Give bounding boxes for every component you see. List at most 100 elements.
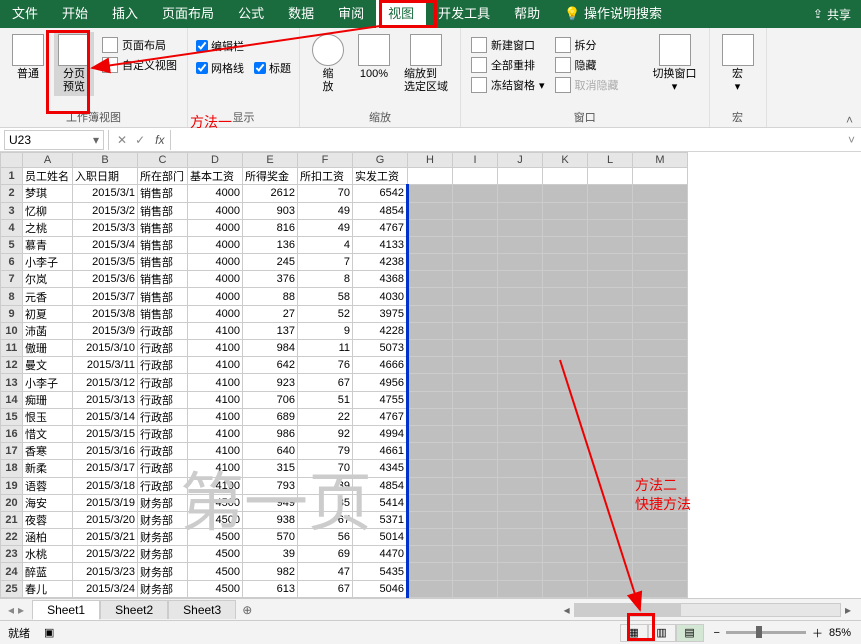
spreadsheet-grid[interactable]: ABCDEFGHIJKLM1员工姓名入职日期所在部门基本工资所得奖金所扣工资实发…: [0, 152, 861, 598]
cell[interactable]: 财务部: [138, 580, 188, 597]
add-sheet-button[interactable]: ⊕: [236, 603, 258, 617]
cell[interactable]: 4854: [353, 202, 408, 219]
formula-bar-checkbox[interactable]: 编辑栏: [196, 36, 291, 56]
column-header[interactable]: A: [23, 153, 73, 168]
column-header[interactable]: D: [188, 153, 243, 168]
cell[interactable]: 2015/3/17: [73, 460, 138, 477]
cell[interactable]: 4000: [188, 185, 243, 202]
tab-view[interactable]: 视图: [376, 0, 426, 28]
tab-help[interactable]: 帮助: [502, 0, 552, 28]
page-break-view-icon[interactable]: ▤: [676, 624, 704, 642]
cell[interactable]: 语蓉: [23, 477, 73, 494]
cell[interactable]: 642: [243, 357, 298, 374]
cell[interactable]: 销售部: [138, 305, 188, 322]
cell[interactable]: 2015/3/4: [73, 236, 138, 253]
cell[interactable]: 小李子: [23, 374, 73, 391]
column-header[interactable]: H: [408, 153, 453, 168]
tab-home[interactable]: 开始: [50, 0, 100, 28]
cell[interactable]: 财务部: [138, 563, 188, 580]
row-header[interactable]: 10: [1, 322, 23, 339]
cell[interactable]: 之桃: [23, 219, 73, 236]
cell[interactable]: 4000: [188, 202, 243, 219]
cell[interactable]: 行政部: [138, 425, 188, 442]
cell[interactable]: 35: [298, 494, 353, 511]
cell[interactable]: 5073: [353, 340, 408, 357]
cell[interactable]: 傲珊: [23, 340, 73, 357]
cell[interactable]: 5046: [353, 580, 408, 597]
tab-insert[interactable]: 插入: [100, 0, 150, 28]
cell[interactable]: 2015/3/15: [73, 425, 138, 442]
zoom-out-button[interactable]: −: [714, 627, 720, 639]
cell[interactable]: 4100: [188, 443, 243, 460]
cell[interactable]: 903: [243, 202, 298, 219]
cell[interactable]: 恨玉: [23, 408, 73, 425]
cell[interactable]: 2015/3/23: [73, 563, 138, 580]
cell[interactable]: 5014: [353, 529, 408, 546]
page-layout-view-icon[interactable]: ▥: [648, 624, 676, 642]
cell[interactable]: 销售部: [138, 236, 188, 253]
cell[interactable]: 76: [298, 357, 353, 374]
cell[interactable]: 4500: [188, 529, 243, 546]
cell[interactable]: 4000: [188, 219, 243, 236]
cell[interactable]: 春儿: [23, 580, 73, 597]
cell[interactable]: 92: [298, 425, 353, 442]
cell[interactable]: 元香: [23, 288, 73, 305]
macro-record-icon[interactable]: ▣: [38, 626, 60, 639]
cell[interactable]: 2015/3/1: [73, 185, 138, 202]
row-header[interactable]: 7: [1, 271, 23, 288]
cell[interactable]: 39: [298, 477, 353, 494]
cell[interactable]: 2015/3/10: [73, 340, 138, 357]
row-header[interactable]: 19: [1, 477, 23, 494]
cell[interactable]: 984: [243, 340, 298, 357]
cell[interactable]: 613: [243, 580, 298, 597]
sheet-nav-prev[interactable]: ◂: [8, 603, 14, 617]
column-header[interactable]: M: [633, 153, 688, 168]
cell[interactable]: 5414: [353, 494, 408, 511]
row-header[interactable]: 5: [1, 236, 23, 253]
cell[interactable]: 慕青: [23, 236, 73, 253]
column-header[interactable]: J: [498, 153, 543, 168]
row-header[interactable]: 4: [1, 219, 23, 236]
cell[interactable]: 4100: [188, 460, 243, 477]
cell[interactable]: 2015/3/11: [73, 357, 138, 374]
row-header[interactable]: 1: [1, 168, 23, 185]
cell[interactable]: 4: [298, 236, 353, 253]
cell[interactable]: 5435: [353, 563, 408, 580]
zoom-selection-button[interactable]: 缩放到 选定区域: [400, 32, 452, 96]
cell[interactable]: 4100: [188, 391, 243, 408]
cell[interactable]: 2612: [243, 185, 298, 202]
cell[interactable]: 沛菡: [23, 322, 73, 339]
name-box[interactable]: U23▾: [4, 130, 104, 150]
gridlines-checkbox[interactable]: 网格线: [196, 58, 244, 78]
cell[interactable]: 4661: [353, 443, 408, 460]
cell[interactable]: 4100: [188, 477, 243, 494]
table-header-cell[interactable]: 所扣工资: [298, 168, 353, 185]
new-window-button[interactable]: 新建窗口: [469, 36, 547, 54]
cell[interactable]: 4500: [188, 580, 243, 597]
cell[interactable]: 2015/3/14: [73, 408, 138, 425]
table-header-cell[interactable]: 所在部门: [138, 168, 188, 185]
cell[interactable]: 4000: [188, 288, 243, 305]
row-header[interactable]: 22: [1, 529, 23, 546]
cell[interactable]: 4767: [353, 408, 408, 425]
cell[interactable]: 4755: [353, 391, 408, 408]
cell[interactable]: 51: [298, 391, 353, 408]
cell[interactable]: 949: [243, 494, 298, 511]
cell[interactable]: 982: [243, 563, 298, 580]
row-header[interactable]: 12: [1, 357, 23, 374]
row-header[interactable]: 20: [1, 494, 23, 511]
cell[interactable]: 4030: [353, 288, 408, 305]
headings-checkbox[interactable]: 标题: [254, 58, 291, 78]
cell[interactable]: 销售部: [138, 271, 188, 288]
tab-layout[interactable]: 页面布局: [150, 0, 226, 28]
row-header[interactable]: 23: [1, 546, 23, 563]
cell[interactable]: 4854: [353, 477, 408, 494]
cell[interactable]: 4000: [188, 271, 243, 288]
cell[interactable]: 245: [243, 254, 298, 271]
cell[interactable]: 8: [298, 271, 353, 288]
cell[interactable]: 4500: [188, 563, 243, 580]
cell[interactable]: 640: [243, 443, 298, 460]
cell[interactable]: 2015/3/7: [73, 288, 138, 305]
table-header-cell[interactable]: 员工姓名: [23, 168, 73, 185]
cell[interactable]: 22: [298, 408, 353, 425]
